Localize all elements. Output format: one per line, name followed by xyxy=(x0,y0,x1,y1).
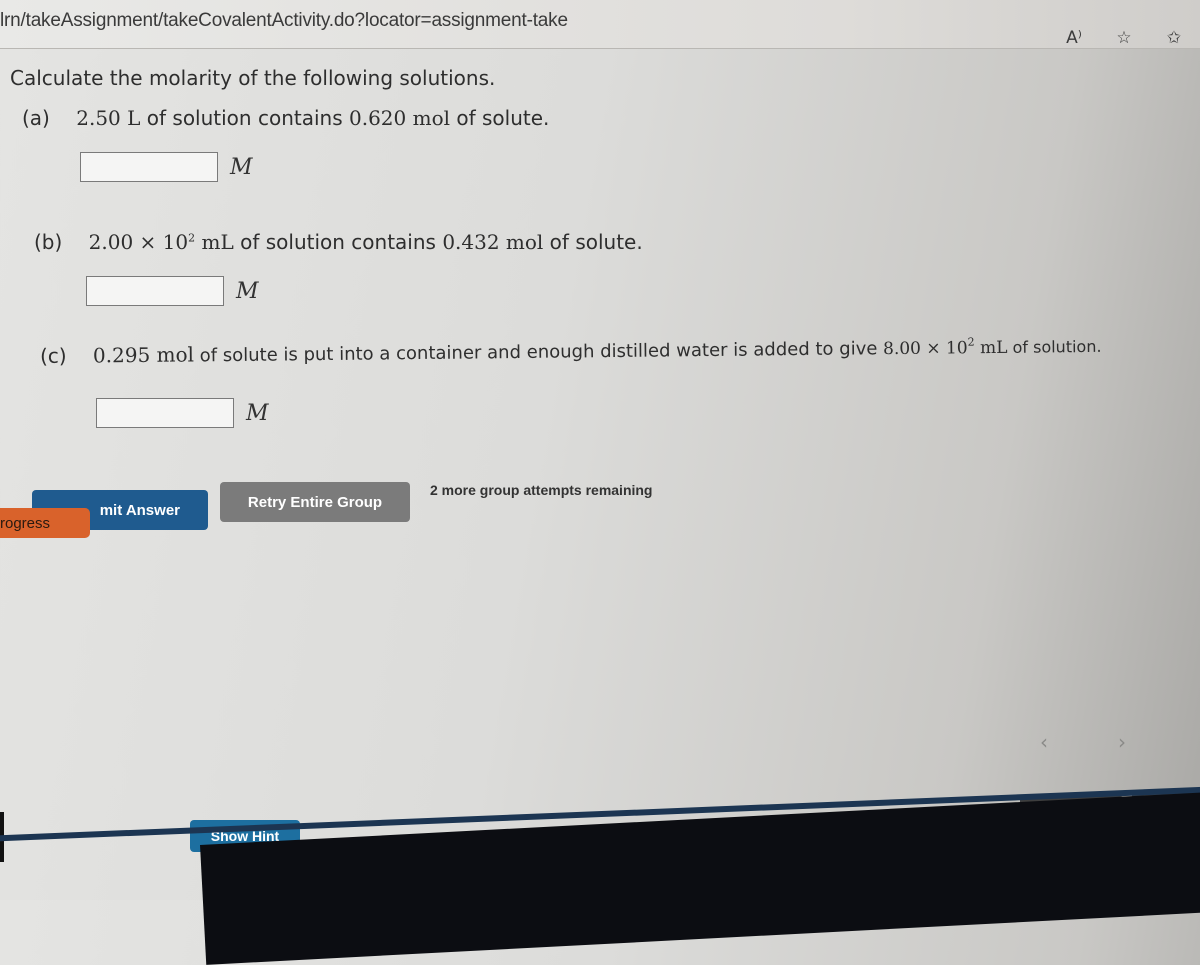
question-prompt: Calculate the molarity of the following … xyxy=(10,66,496,90)
part-b-answer: M xyxy=(86,276,259,306)
read-aloud-icon[interactable]: A⁾ xyxy=(1062,28,1086,48)
url-text[interactable]: ilrn/takeAssignment/takeCovalentActivity… xyxy=(0,10,568,32)
part-label: (a) xyxy=(22,106,50,130)
part-c-answer: M xyxy=(96,398,269,428)
attempts-remaining-text: 2 more group attempts remaining xyxy=(430,482,653,498)
answer-input-a[interactable] xyxy=(80,152,218,182)
add-favorite-icon[interactable]: ☆ xyxy=(1112,28,1136,48)
favorites-icon[interactable]: ✩ xyxy=(1162,28,1186,48)
question-navigation: ‹ › xyxy=(1040,730,1126,754)
browser-toolbar-icons: A⁾ ☆ ✩ xyxy=(1062,28,1186,48)
browser-address-bar: ilrn/takeAssignment/takeCovalentActivity… xyxy=(0,0,1200,49)
part-a-answer: M xyxy=(80,152,253,182)
part-c-text: (c) 0.295 mol of solute is put into a co… xyxy=(39,335,1102,368)
unit-label: M xyxy=(236,278,259,304)
part-b-text: (b) 2.00 × 102 mL of solution contains 0… xyxy=(34,230,643,254)
part-label: (c) xyxy=(39,343,67,368)
unit-label: M xyxy=(230,154,253,180)
progress-button[interactable]: rogress xyxy=(0,508,90,538)
retry-entire-group-button[interactable]: Retry Entire Group xyxy=(220,482,410,522)
screen-bezel-bottom xyxy=(200,787,1200,965)
unit-label: M xyxy=(246,400,269,426)
part-label: (b) xyxy=(34,230,63,254)
next-arrow-icon[interactable]: › xyxy=(1118,730,1126,754)
previous-arrow-icon[interactable]: ‹ xyxy=(1040,730,1048,754)
part-a-text: (a) 2.50 L of solution contains 0.620 mo… xyxy=(22,106,550,130)
answer-input-b[interactable] xyxy=(86,276,224,306)
answer-input-c[interactable] xyxy=(96,398,234,428)
